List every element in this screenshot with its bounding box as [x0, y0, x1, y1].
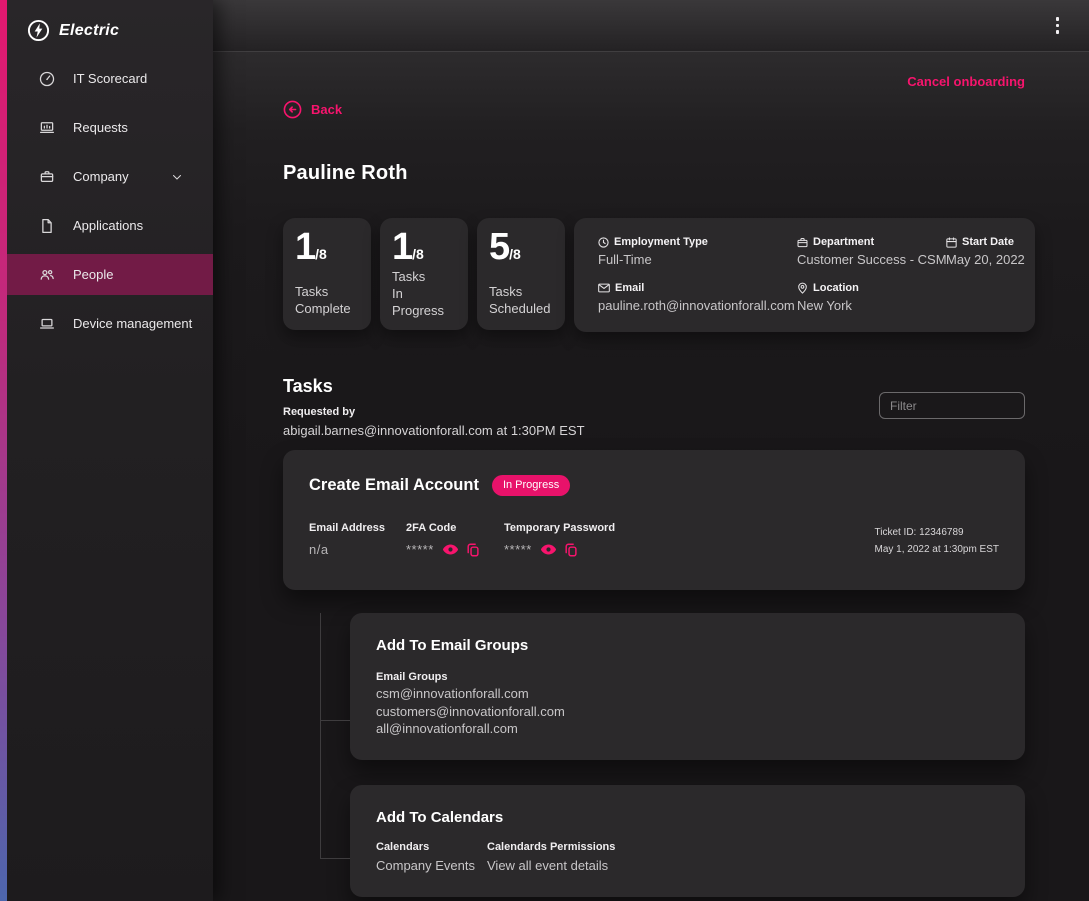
requests-chart-icon	[37, 119, 56, 137]
document-icon	[37, 217, 56, 235]
cancel-row: Cancel onboarding	[283, 52, 1025, 91]
sidebar-item-label: Requests	[73, 120, 128, 135]
masked-value: *****	[406, 542, 434, 557]
calendar-icon	[946, 237, 957, 248]
task-card-create-email-account: Create Email Account In Progress Email A…	[283, 450, 1025, 590]
ticket-id: Ticket ID: 12346789	[874, 524, 999, 541]
logo-label: Electric	[59, 22, 119, 40]
email-groups-label: Email Groups	[376, 671, 999, 683]
field-temporary-password: Temporary Password *****	[504, 522, 615, 557]
stat-card-tasks-scheduled: 5/8 TasksScheduled	[477, 218, 565, 330]
content-area: Cancel onboarding Back Pauline Roth 1/8 …	[213, 52, 1089, 900]
stat-value: 5/8	[489, 228, 553, 268]
sidebar: Electric IT Scorecard Requests Company	[0, 0, 213, 901]
stat-label: TasksIn Progress	[392, 268, 456, 319]
stat-value: 1/8	[295, 228, 359, 268]
sidebar-item-it-scorecard[interactable]: IT Scorecard	[0, 58, 213, 99]
email-group-item: all@innovationforall.com	[376, 722, 999, 736]
sidebar-nav: IT Scorecard Requests Company Applicatio…	[0, 58, 213, 344]
sidebar-accent-stripe	[0, 0, 7, 901]
profile-department: Department Customer Success - CSM	[797, 236, 946, 267]
task-title-row: Create Email Account In Progress	[309, 475, 999, 496]
sidebar-item-company[interactable]: Company	[0, 156, 213, 197]
sidebar-item-applications[interactable]: Applications	[0, 205, 213, 246]
kebab-menu-icon[interactable]	[1052, 13, 1064, 38]
briefcase-icon	[797, 237, 808, 248]
profile-start-date: Start Date May 20, 2022	[946, 236, 1025, 267]
subtask-title: Add To Email Groups	[376, 637, 999, 654]
filter-input[interactable]	[879, 392, 1025, 419]
requested-by-label: Requested by	[283, 406, 585, 418]
briefcase-icon	[37, 168, 56, 186]
laptop-icon	[37, 315, 56, 333]
back-row: Back	[283, 100, 1025, 124]
profile-employment-type: Employment Type Full-Time	[598, 236, 797, 267]
tasks-meta-row: Requested by abigail.barnes@innovationfo…	[283, 406, 1025, 438]
cancel-onboarding-link[interactable]: Cancel onboarding	[907, 74, 1025, 89]
reveal-eye-icon[interactable]	[443, 544, 458, 555]
sidebar-item-label: Applications	[73, 218, 143, 233]
electric-logo[interactable]: Electric	[0, 0, 213, 42]
connector-line	[320, 613, 321, 859]
sidebar-item-requests[interactable]: Requests	[0, 107, 213, 148]
copy-icon[interactable]	[565, 543, 577, 557]
chevron-down-icon	[170, 170, 184, 184]
field-2fa-code: 2FA Code *****	[406, 522, 504, 557]
people-icon	[37, 266, 56, 284]
back-label: Back	[311, 102, 342, 117]
stat-card-tasks-complete: 1/8 TasksComplete	[283, 218, 371, 330]
ticket-timestamp: May 1, 2022 at 1:30pm EST	[874, 541, 999, 558]
stat-card-tasks-in-progress: 1/8 TasksIn Progress	[380, 218, 468, 330]
back-arrow-icon	[283, 100, 302, 119]
masked-value: *****	[504, 542, 532, 557]
calendars-row: Calendars Company Events Calendards Perm…	[376, 841, 999, 873]
stat-label: TasksComplete	[295, 283, 359, 317]
task-card-add-to-calendars: Add To Calendars Calendars Company Event…	[350, 785, 1025, 897]
subtask-title: Add To Calendars	[376, 809, 999, 826]
sidebar-item-people[interactable]: People	[7, 254, 213, 295]
summary-cards-row: 1/8 TasksComplete 1/8 TasksIn Progress 5…	[283, 218, 1025, 332]
envelope-icon	[598, 283, 610, 293]
main-area: Cancel onboarding Back Pauline Roth 1/8 …	[213, 0, 1089, 901]
sidebar-item-label: People	[73, 267, 113, 282]
stat-label: TasksScheduled	[489, 283, 553, 317]
top-bar	[213, 0, 1089, 52]
connector-line	[320, 720, 350, 721]
connector-line	[320, 858, 350, 859]
ticket-meta: Ticket ID: 12346789 May 1, 2022 at 1:30p…	[874, 522, 999, 558]
email-group-item: customers@innovationforall.com	[376, 705, 999, 719]
subtasks-wrap: Add To Email Groups Email Groups csm@inn…	[283, 613, 1025, 897]
permissions-column: Calendards Permissions View all event de…	[487, 841, 615, 873]
lightning-bolt-icon	[27, 19, 50, 42]
profile-email: Email pauline.roth@innovationforall.com	[598, 282, 797, 313]
requested-by-value: abigail.barnes@innovationforall.com at 1…	[283, 423, 585, 438]
location-pin-icon	[797, 282, 808, 294]
clock-icon	[598, 237, 609, 248]
gauge-icon	[37, 70, 56, 88]
task-title: Create Email Account	[309, 476, 479, 495]
requested-by-block: Requested by abigail.barnes@innovationfo…	[283, 406, 585, 438]
status-badge: In Progress	[492, 475, 570, 496]
sidebar-item-label: Device management	[73, 316, 192, 331]
profile-info-card: Employment Type Full-Time Department Cus…	[574, 218, 1035, 332]
sidebar-item-label: Company	[73, 169, 129, 184]
task-fields: Email Address n/a 2FA Code ***** Tempora…	[309, 522, 999, 558]
field-email-address: Email Address n/a	[309, 522, 406, 557]
back-button[interactable]: Back	[283, 100, 342, 119]
task-card-add-to-email-groups: Add To Email Groups Email Groups csm@inn…	[350, 613, 1025, 760]
calendars-column: Calendars Company Events	[376, 841, 487, 873]
profile-location: Location New York	[797, 282, 946, 313]
sidebar-item-label: IT Scorecard	[73, 71, 147, 86]
stat-value: 1/8	[392, 228, 456, 268]
reveal-eye-icon[interactable]	[541, 544, 556, 555]
copy-icon[interactable]	[467, 543, 479, 557]
sidebar-item-device-management[interactable]: Device management	[0, 303, 213, 344]
page-title: Pauline Roth	[283, 162, 1025, 185]
email-group-item: csm@innovationforall.com	[376, 687, 999, 701]
